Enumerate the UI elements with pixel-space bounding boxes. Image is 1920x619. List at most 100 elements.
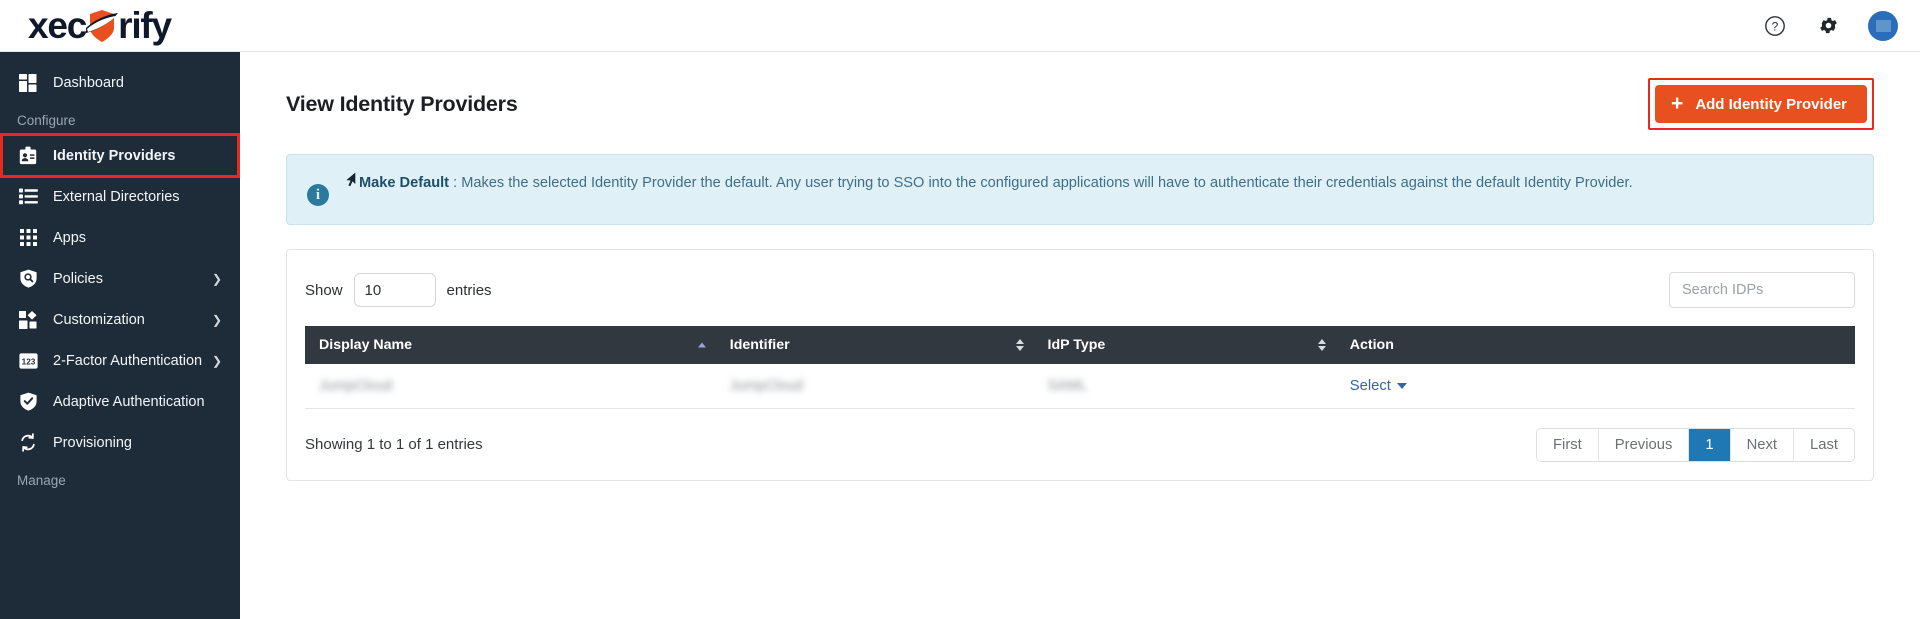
entries-label: entries xyxy=(446,281,492,299)
column-header-display-name[interactable]: Display Name xyxy=(305,326,716,364)
sidebar-item-label: 2-Factor Authentication xyxy=(53,352,203,369)
brand-logo-text: xec rify xyxy=(28,5,172,46)
top-bar: xec rify ? xyxy=(0,0,1920,52)
shield-search-icon xyxy=(17,269,39,289)
sort-toggle-icon[interactable] xyxy=(1015,339,1024,351)
sidebar-section-manage: Manage xyxy=(17,473,66,488)
column-header-label: Action xyxy=(1349,337,1394,353)
gear-icon[interactable] xyxy=(1815,13,1841,39)
sidebar-section-configure: Configure xyxy=(17,113,76,128)
column-header-label: Display Name xyxy=(319,337,413,353)
table-body: JumpCloud JumpCloud SAML Select xyxy=(305,364,1855,409)
app-root: xec rify ? Dashboard Configure Identity … xyxy=(0,0,1920,619)
svg-text:?: ? xyxy=(1772,19,1779,33)
sidebar: Dashboard Configure Identity Providers E… xyxy=(0,52,240,619)
table-row[interactable]: JumpCloud JumpCloud SAML Select xyxy=(305,364,1855,409)
plus-icon: + xyxy=(1671,91,1684,115)
row-select-dropdown[interactable]: Select xyxy=(1350,378,1407,394)
identifier-value: JumpCloud xyxy=(729,377,804,394)
page-size-select[interactable]: 10 25 50 100 xyxy=(353,273,436,307)
info-banner-separator: : xyxy=(449,175,462,191)
table-controls: Show 10 25 50 100 entries xyxy=(305,272,1855,326)
add-identity-provider-annotation: + Add Identity Provider xyxy=(1648,78,1874,130)
info-banner-title: Make Default xyxy=(359,175,450,191)
dashboard-grid-icon xyxy=(17,73,39,93)
identity-providers-table: Display Name Identifier IdP Type Action … xyxy=(305,326,1855,409)
idp-type-value: SAML xyxy=(1047,377,1088,394)
sidebar-item-dashboard[interactable]: Dashboard xyxy=(0,62,240,103)
pagination-previous[interactable]: Previous xyxy=(1598,428,1690,461)
sidebar-item-2-factor-authentication[interactable]: 123 2-Factor Authentication ❯ xyxy=(0,340,240,381)
apps-grid-icon xyxy=(17,228,39,248)
sidebar-item-provisioning[interactable]: Provisioning xyxy=(0,422,240,463)
cell-action: Select xyxy=(1335,364,1855,409)
chevron-right-icon: ❯ xyxy=(211,353,222,368)
sidebar-item-label: Policies xyxy=(53,270,103,287)
sidebar-item-apps[interactable]: Apps xyxy=(0,217,240,258)
idp-table-card: Show 10 25 50 100 entries xyxy=(286,249,1874,481)
column-header-identifier[interactable]: Identifier xyxy=(715,326,1034,364)
sidebar-item-policies[interactable]: Policies ❯ xyxy=(0,258,240,299)
pagination-page-1[interactable]: 1 xyxy=(1689,428,1731,461)
sidebar-item-adaptive-authentication[interactable]: Adaptive Authentication xyxy=(0,381,240,422)
page-header: View Identity Providers + Add Identity P… xyxy=(240,52,1920,130)
sync-refresh-icon xyxy=(17,433,39,453)
pagination: First Previous 1 Next Last xyxy=(1536,427,1855,462)
mouse-pointer-icon xyxy=(345,172,356,193)
brand-name-part2: rify xyxy=(118,5,172,46)
column-header-label: IdP Type xyxy=(1047,337,1106,353)
column-header-idp-type[interactable]: IdP Type xyxy=(1033,326,1336,364)
shield-swoosh-icon xyxy=(85,8,119,44)
cell-idp-type: SAML xyxy=(1033,364,1336,409)
sidebar-item-label: Provisioning xyxy=(53,434,132,451)
customization-icon xyxy=(17,310,39,330)
sidebar-item-label: Dashboard xyxy=(53,74,124,91)
main-content: View Identity Providers + Add Identity P… xyxy=(240,52,1920,619)
brand-logo[interactable]: xec rify xyxy=(28,0,172,52)
list-server-icon xyxy=(17,187,39,207)
page-size-select-wrap: 10 25 50 100 xyxy=(353,273,436,307)
pagination-next[interactable]: Next xyxy=(1730,428,1795,461)
sidebar-item-label: Customization xyxy=(53,311,145,328)
numeric-123-icon: 123 xyxy=(17,351,39,371)
info-banner-body: Makes the selected Identity Provider the… xyxy=(461,175,1633,191)
make-default-info-banner: i Make Default : Makes the selected Iden… xyxy=(286,154,1874,225)
pagination-last[interactable]: Last xyxy=(1794,428,1854,461)
svg-text:123: 123 xyxy=(21,357,35,366)
chevron-right-icon: ❯ xyxy=(211,312,222,327)
sidebar-item-label: Apps xyxy=(53,229,87,246)
sidebar-item-label: External Directories xyxy=(53,188,180,205)
sidebar-item-label: Adaptive Authentication xyxy=(53,393,205,410)
add-identity-provider-button[interactable]: + Add Identity Provider xyxy=(1655,85,1867,123)
table-header-row: Display Name Identifier IdP Type Action xyxy=(305,326,1855,364)
brand-name-part1: xec xyxy=(28,5,87,46)
sidebar-item-identity-providers[interactable]: Identity Providers xyxy=(0,135,240,176)
show-entries-control: Show 10 25 50 100 entries xyxy=(305,273,492,307)
show-label: Show xyxy=(305,281,343,299)
top-bar-actions: ? xyxy=(1762,10,1898,41)
cell-identifier: JumpCloud xyxy=(715,364,1034,409)
search-input[interactable] xyxy=(1669,272,1855,308)
sidebar-item-customization[interactable]: Customization ❯ xyxy=(0,299,240,340)
info-banner-text: Make Default : Makes the selected Identi… xyxy=(345,172,1633,195)
column-header-action: Action xyxy=(1335,326,1855,364)
avatar-image xyxy=(1875,19,1891,32)
shield-check-icon xyxy=(17,392,39,412)
display-name-value: JumpCloud xyxy=(319,377,393,394)
id-badge-icon xyxy=(17,146,39,166)
help-circle-icon[interactable]: ? xyxy=(1762,13,1788,39)
sidebar-item-external-directories[interactable]: External Directories xyxy=(0,176,240,217)
info-circle-icon: i xyxy=(307,184,329,206)
pagination-first[interactable]: First xyxy=(1537,428,1599,461)
sort-toggle-icon[interactable] xyxy=(1317,339,1326,351)
add-identity-provider-label: Add Identity Provider xyxy=(1695,95,1847,113)
sort-ascending-icon[interactable] xyxy=(697,342,706,348)
chevron-right-icon: ❯ xyxy=(211,271,222,286)
column-header-label: Identifier xyxy=(729,337,790,353)
cell-display-name: JumpCloud xyxy=(305,364,716,409)
page-body: Dashboard Configure Identity Providers E… xyxy=(0,52,1920,619)
page-title: View Identity Providers xyxy=(286,91,518,116)
avatar[interactable] xyxy=(1868,10,1898,41)
showing-entries-text: Showing 1 to 1 of 1 entries xyxy=(305,436,483,453)
chevron-down-icon xyxy=(1396,382,1407,389)
